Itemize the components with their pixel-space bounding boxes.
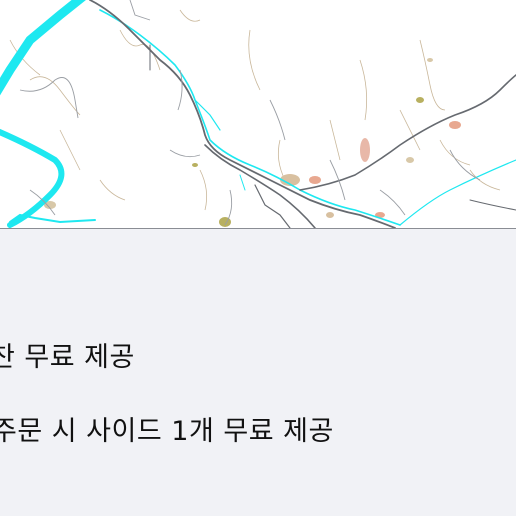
promotion-text-2: 주문 시 사이드 1개 무료 제공 bbox=[0, 416, 334, 447]
promotion-text-1: 찬 무료 제공 bbox=[0, 342, 135, 373]
promotion-panel: 찬 무료 제공 주문 시 사이드 1개 무료 제공 bbox=[0, 229, 516, 516]
map-canvas[interactable] bbox=[0, 0, 516, 228]
roads bbox=[89, 0, 516, 228]
map-view[interactable] bbox=[0, 0, 516, 229]
land-patches bbox=[44, 58, 461, 227]
secondary-roads bbox=[19, 0, 481, 226]
